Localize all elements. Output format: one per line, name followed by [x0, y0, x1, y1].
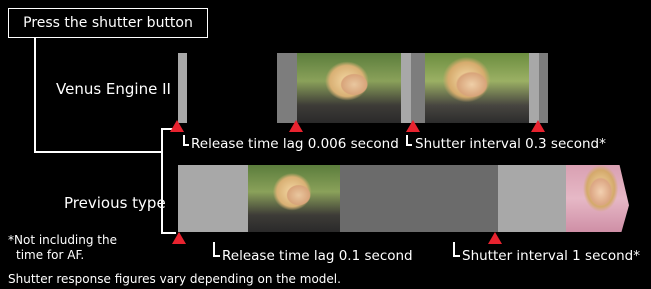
- press-shutter-label: Press the shutter button: [23, 15, 193, 31]
- previous-marker-interval-end: [488, 232, 502, 244]
- venus-frame-1-tail: [401, 53, 411, 123]
- previous-type-label: Previous type: [64, 194, 166, 212]
- venus-frame-1-gap: [277, 53, 297, 123]
- press-shutter-box: Press the shutter button: [8, 8, 208, 38]
- venus-interval-tick-h: [406, 144, 412, 146]
- venus-release-bar: [178, 53, 187, 123]
- venus-frame-2-edge: [539, 53, 548, 123]
- venus-frame-2-gap: [411, 53, 425, 123]
- connector-horizontal: [34, 151, 162, 153]
- venus-marker-interval-start: [406, 120, 420, 132]
- previous-frame-2-photo: [566, 165, 629, 232]
- previous-frame-1-photo: [248, 165, 340, 232]
- prev-release-lag: Release time lag 0.1 second: [222, 248, 413, 264]
- venus-release-tick-h: [183, 144, 189, 146]
- previous-interval-bar: [340, 165, 498, 232]
- venus-engine-label: Venus Engine II: [56, 80, 171, 98]
- venus-marker-release: [289, 120, 303, 132]
- connector-vertical: [34, 38, 36, 152]
- previous-interval-bar-light: [498, 165, 566, 232]
- venus-frame-2-photo: [425, 53, 529, 123]
- venus-release-lag: Release time lag 0.006 second: [191, 136, 399, 152]
- connector-trunk: [161, 128, 163, 233]
- venus-frame-2-tail: [529, 53, 539, 123]
- previous-marker-press: [172, 232, 186, 244]
- venus-strip: [176, 53, 548, 123]
- prev-interval-tick-h: [453, 255, 460, 257]
- af-note-line2: time for AF.: [16, 248, 85, 262]
- prev-release-tick-h: [213, 255, 220, 257]
- af-note-line1: *Not including the: [8, 233, 117, 247]
- prev-release-tick: [213, 242, 215, 256]
- venus-marker-press: [170, 120, 184, 132]
- venus-frame-1-photo: [297, 53, 401, 123]
- previous-release-bar: [178, 165, 248, 232]
- prev-interval: Shutter interval 1 second*: [462, 248, 640, 264]
- footer-note: Shutter response figures vary depending …: [8, 272, 341, 286]
- prev-interval-tick: [453, 242, 455, 256]
- venus-interval: Shutter interval 0.3 second*: [415, 136, 606, 152]
- venus-marker-interval-end: [531, 120, 545, 132]
- previous-strip: [178, 165, 629, 232]
